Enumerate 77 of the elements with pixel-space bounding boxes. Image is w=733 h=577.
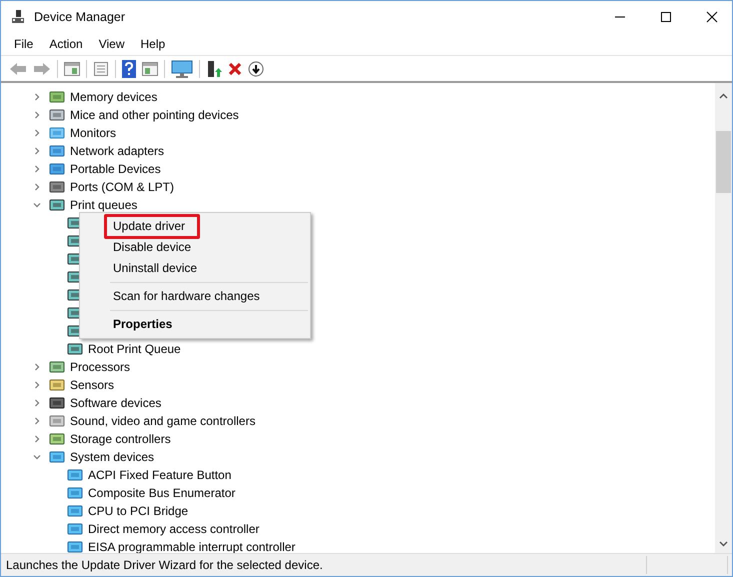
tree-item[interactable]: Composite Bus Enumerator xyxy=(88,486,236,500)
menu-item[interactable]: Scan for hardware changes xyxy=(80,286,310,307)
menu-item[interactable]: Update driver xyxy=(80,216,310,237)
maximize-icon[interactable] xyxy=(660,11,672,23)
tree-item[interactable]: Portable Devices xyxy=(70,162,161,176)
device-icon xyxy=(49,378,65,392)
tree-item[interactable]: CPU to PCI Bridge xyxy=(88,504,188,518)
expand-icon[interactable] xyxy=(33,129,41,137)
device-icon xyxy=(49,144,65,158)
expand-icon[interactable] xyxy=(33,183,41,191)
download-icon[interactable] xyxy=(248,60,264,76)
device-icon xyxy=(67,540,83,553)
close-icon[interactable] xyxy=(706,11,718,23)
device-icon xyxy=(49,198,65,212)
tree-item[interactable]: Software devices xyxy=(70,396,162,410)
tree-item[interactable]: System devices xyxy=(70,450,154,464)
tree-item[interactable]: Sound, video and game controllers xyxy=(70,414,256,428)
device-icon xyxy=(49,90,65,104)
device-icon xyxy=(67,468,83,482)
back-icon[interactable] xyxy=(9,62,27,76)
tree-item[interactable]: Memory devices xyxy=(70,90,158,104)
tree-item[interactable]: ACPI Fixed Feature Button xyxy=(88,468,232,482)
device-icon xyxy=(67,504,83,518)
menu-item[interactable]: Properties xyxy=(80,314,310,335)
delete-icon[interactable] xyxy=(228,62,242,76)
menu-item[interactable]: Action xyxy=(49,37,83,51)
tree-item[interactable]: Processors xyxy=(70,360,130,374)
tree-item[interactable]: Network adapters xyxy=(70,144,164,158)
window-title: Device Manager xyxy=(34,10,126,24)
tree-item[interactable]: Storage controllers xyxy=(70,432,171,446)
tree-item[interactable]: Root Print Queue xyxy=(88,342,181,356)
device-icon xyxy=(67,342,83,356)
collapse-icon[interactable] xyxy=(33,453,41,461)
expand-icon[interactable] xyxy=(33,435,41,443)
device-icon xyxy=(49,162,65,176)
menu-item[interactable]: File xyxy=(14,37,34,51)
help-icon[interactable] xyxy=(122,60,136,78)
app-icon xyxy=(10,9,26,25)
tree-item[interactable]: Monitors xyxy=(70,126,116,140)
monitor-icon[interactable] xyxy=(171,60,193,78)
scroll-down-icon[interactable] xyxy=(719,541,728,547)
device-icon xyxy=(49,126,65,140)
menu-item[interactable]: Disable device xyxy=(80,237,310,258)
menu-item[interactable]: Help xyxy=(140,37,166,51)
expand-icon[interactable] xyxy=(33,147,41,155)
tree-item[interactable]: Direct memory access controller xyxy=(88,522,260,536)
status-text: Launches the Update Driver Wizard for the selected device. xyxy=(6,558,324,572)
collapse-icon[interactable] xyxy=(33,201,41,209)
device-icon xyxy=(49,432,65,446)
expand-icon[interactable] xyxy=(33,417,41,425)
expand-icon[interactable] xyxy=(33,363,41,371)
device-add-icon[interactable] xyxy=(206,60,222,78)
expand-icon[interactable] xyxy=(33,111,41,119)
device-icon xyxy=(49,360,65,374)
device-icon xyxy=(67,486,83,500)
scroll-up-icon[interactable] xyxy=(719,93,728,99)
properties-icon[interactable] xyxy=(93,60,109,76)
expand-icon[interactable] xyxy=(33,381,41,389)
device-icon xyxy=(49,108,65,122)
device-icon xyxy=(49,450,65,464)
tree-item[interactable]: Print queues xyxy=(70,198,138,212)
forward-icon[interactable] xyxy=(33,62,51,76)
pane-icon[interactable] xyxy=(64,62,80,76)
pane-icon[interactable] xyxy=(142,62,158,76)
menu-item[interactable]: Uninstall device xyxy=(80,258,310,279)
scroll-thumb[interactable] xyxy=(716,131,731,193)
expand-icon[interactable] xyxy=(33,165,41,173)
tree-item[interactable]: Sensors xyxy=(70,378,114,392)
device-icon xyxy=(49,180,65,194)
tree-item[interactable]: Ports (COM & LPT) xyxy=(70,180,174,194)
expand-icon[interactable] xyxy=(33,93,41,101)
expand-icon[interactable] xyxy=(33,399,41,407)
device-icon xyxy=(67,522,83,536)
menu-item[interactable]: View xyxy=(98,37,124,51)
device-icon xyxy=(49,414,65,428)
tree-item[interactable]: Mice and other pointing devices xyxy=(70,108,239,122)
device-icon xyxy=(49,396,65,410)
